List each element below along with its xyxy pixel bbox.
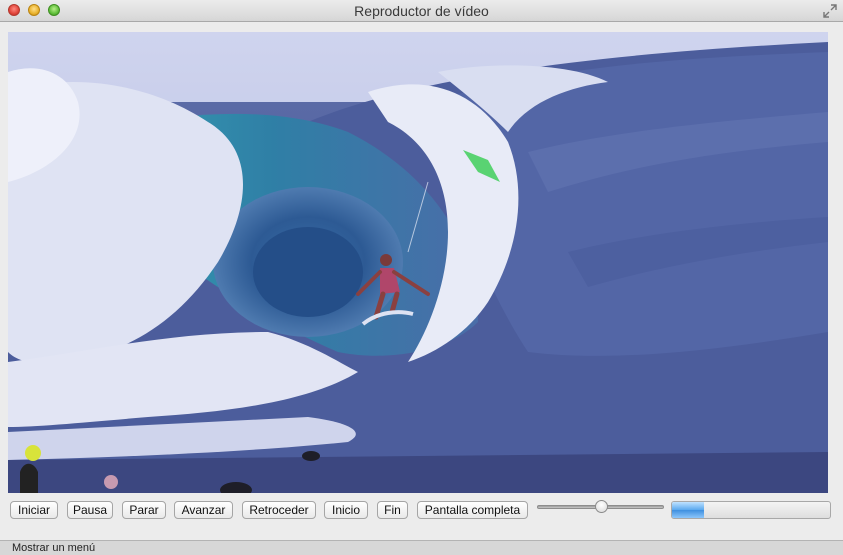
video-display[interactable] bbox=[8, 32, 828, 493]
controls-bar: Iniciar Pausa Parar Avanzar Retroceder I… bbox=[0, 500, 843, 522]
playback-progress-fill bbox=[672, 502, 704, 518]
fullscreen-arrows-icon[interactable] bbox=[823, 4, 837, 18]
video-frame bbox=[8, 32, 828, 493]
status-bar: Mostrar un menú bbox=[0, 540, 843, 555]
fullscreen-button[interactable]: Pantalla completa bbox=[417, 501, 528, 519]
title-bar: Reproductor de vídeo bbox=[0, 0, 843, 22]
start-button[interactable]: Inicio bbox=[324, 501, 368, 519]
forward-button[interactable]: Avanzar bbox=[174, 501, 233, 519]
status-text: Mostrar un menú bbox=[12, 542, 96, 554]
window-title: Reproductor de vídeo bbox=[354, 3, 489, 19]
playback-progress-bar[interactable] bbox=[671, 501, 831, 519]
pause-button[interactable]: Pausa bbox=[67, 501, 113, 519]
end-button[interactable]: Fin bbox=[377, 501, 408, 519]
stop-button[interactable]: Parar bbox=[122, 501, 166, 519]
volume-slider-knob[interactable] bbox=[595, 500, 609, 513]
play-button[interactable]: Iniciar bbox=[10, 501, 58, 519]
rewind-button[interactable]: Retroceder bbox=[242, 501, 316, 519]
